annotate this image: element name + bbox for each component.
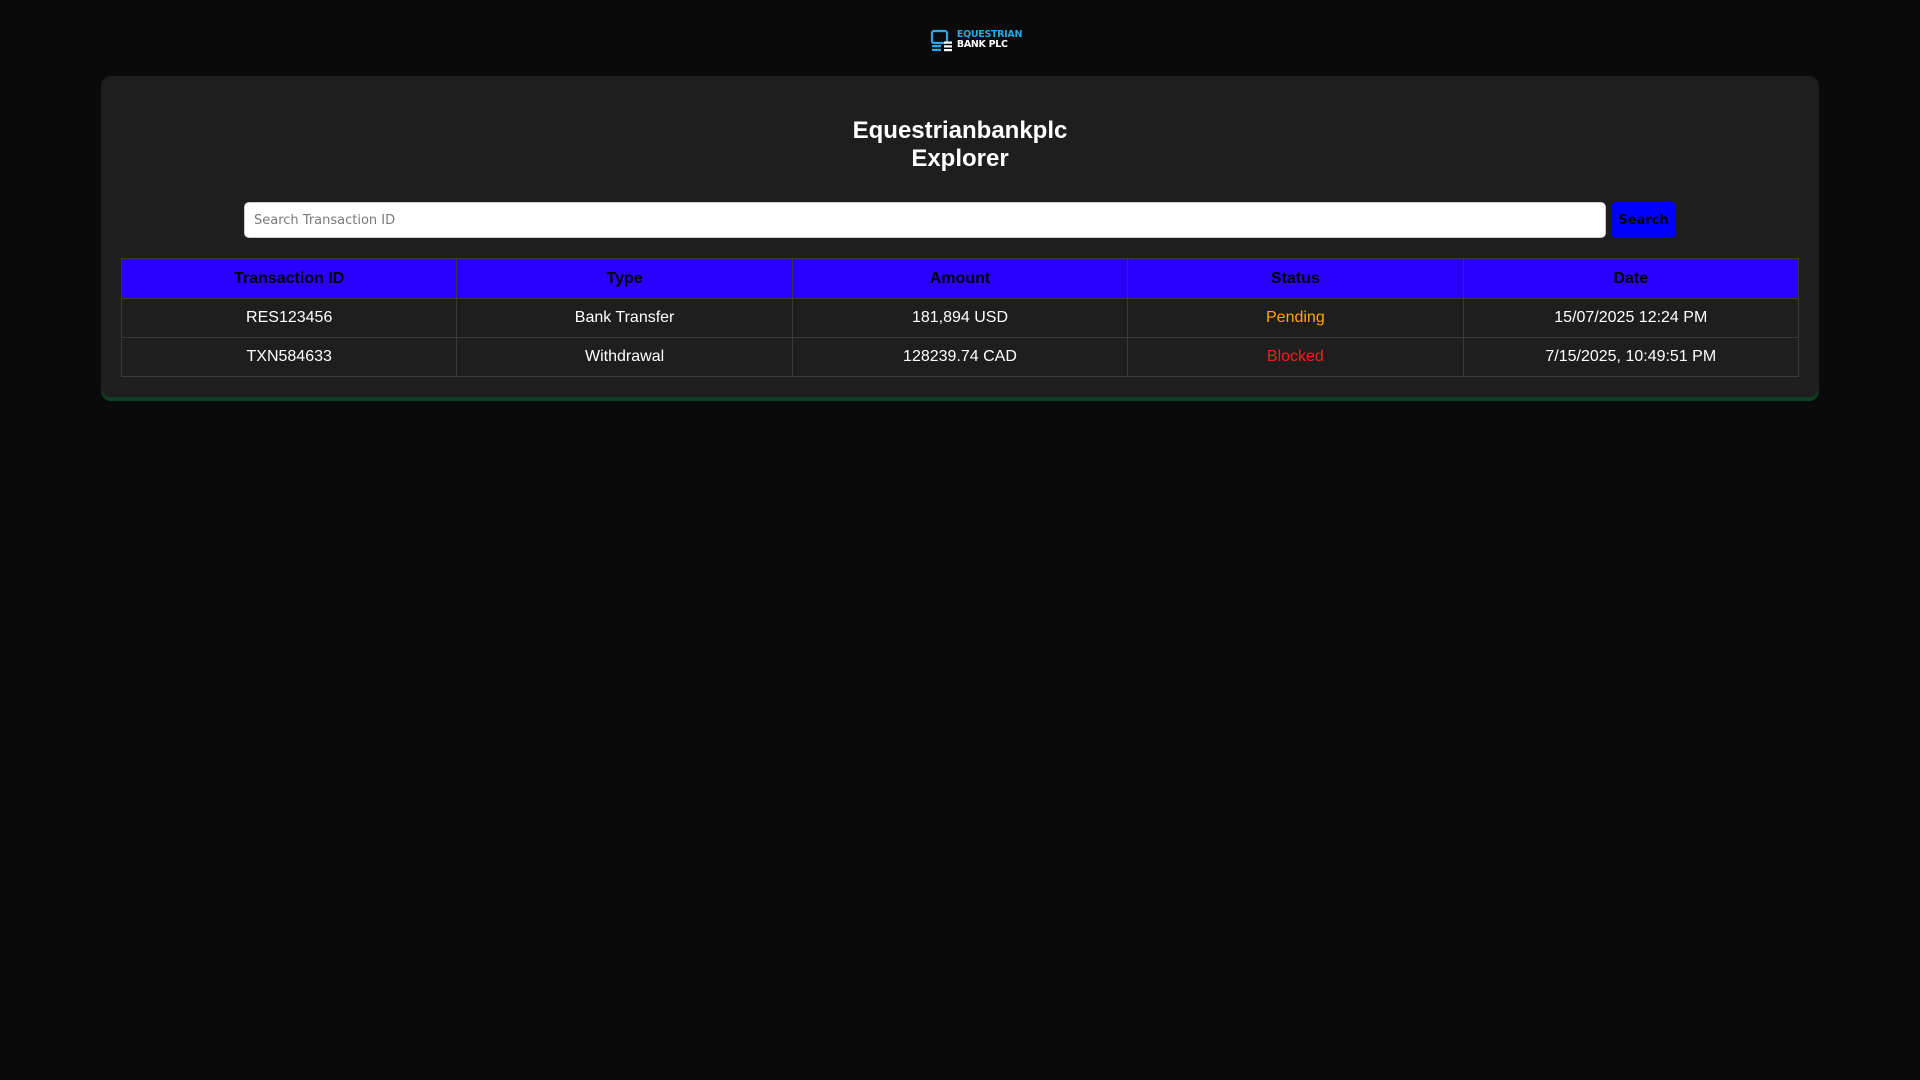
search-button[interactable]: Search	[1611, 202, 1676, 238]
column-header-date: Date	[1462, 258, 1800, 299]
page-title-line1: Equestrianbankplc	[852, 117, 1068, 144]
bank-logo[interactable]: EQUESTRIAN BANK PLC	[930, 26, 1022, 54]
transaction-type-cell: Bank Transfer	[456, 298, 793, 338]
column-header-status: Status	[1127, 258, 1464, 299]
table-header-row: Transaction ID Type Amount Status Date	[120, 258, 1800, 299]
transaction-type-cell: Withdrawal	[456, 337, 793, 377]
header: EQUESTRIAN BANK PLC	[0, 26, 1920, 54]
bank-logo-line2: BANK PLC	[956, 39, 1008, 50]
transaction-status-cell: Blocked	[1127, 337, 1464, 377]
transactions-table: Transaction ID Type Amount Status Date R…	[120, 258, 1800, 377]
transaction-id-cell: RES123456	[120, 298, 458, 338]
transaction-date-cell: 15/07/2025 12:24 PM	[1462, 298, 1800, 338]
column-header-amount: Amount	[791, 258, 1129, 299]
search-bar: Search	[244, 202, 1676, 238]
transaction-id-cell: TXN584633	[120, 337, 458, 377]
page-title-line2: Explorer	[911, 145, 1009, 172]
transaction-amount-cell: 128239.74 CAD	[791, 337, 1129, 377]
transaction-status-cell: Pending	[1127, 298, 1464, 338]
column-header-transaction-id: Transaction ID	[120, 258, 458, 299]
bank-logo-icon	[930, 29, 952, 52]
bank-logo-text: EQUESTRIAN BANK PLC	[956, 30, 1023, 50]
transaction-amount-cell: 181,894 USD	[791, 298, 1129, 338]
column-header-type: Type	[456, 258, 793, 299]
page-title: Equestrianbankplc Explorer	[101, 117, 1819, 173]
transaction-date-cell: 7/15/2025, 10:49:51 PM	[1462, 337, 1800, 377]
table-row: TXN584633 Withdrawal 128239.74 CAD Block…	[120, 337, 1800, 377]
table-row: RES123456 Bank Transfer 181,894 USD Pend…	[120, 298, 1800, 338]
search-input[interactable]	[244, 202, 1606, 238]
explorer-panel: Equestrianbankplc Explorer Search Transa…	[101, 76, 1819, 397]
